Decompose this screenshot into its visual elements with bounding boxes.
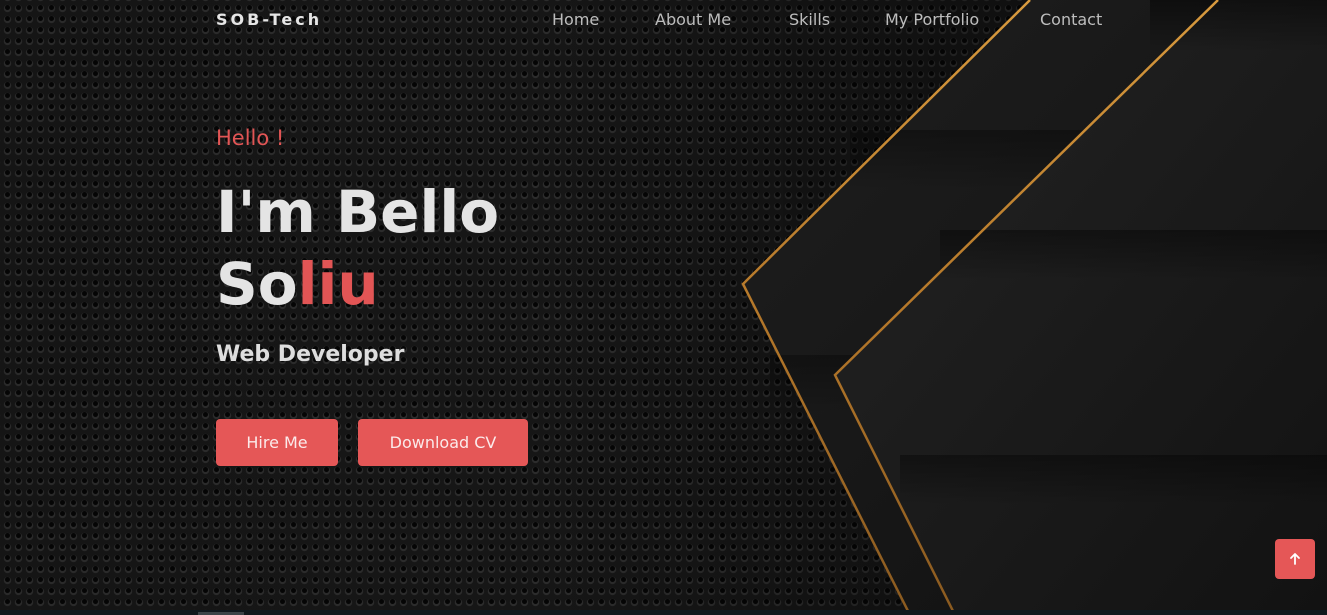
nav-about-me[interactable]: About Me <box>655 10 731 29</box>
panel-band <box>1150 0 1327 52</box>
hero-role: Web Developer <box>216 342 405 367</box>
headline-line-2: Soliu <box>216 248 499 320</box>
panel-band <box>940 230 1327 280</box>
headline-name-accent: liu <box>297 250 379 318</box>
hire-me-button[interactable]: Hire Me <box>216 419 338 466</box>
hero-section: SOB-Tech Home About Me Skills My Portfol… <box>0 0 1327 615</box>
hero-headline: I'm Bello Soliu <box>216 176 499 320</box>
nav-contact[interactable]: Contact <box>1040 10 1102 29</box>
scroll-top-button[interactable] <box>1275 539 1315 579</box>
nav-home[interactable]: Home <box>552 10 599 29</box>
nav-skills[interactable]: Skills <box>789 10 830 29</box>
panel-band <box>900 455 1327 505</box>
arrow-up-icon <box>1290 553 1300 565</box>
nav-my-portfolio[interactable]: My Portfolio <box>885 10 979 29</box>
site-logo[interactable]: SOB-Tech <box>216 10 322 29</box>
download-cv-button[interactable]: Download CV <box>358 419 528 466</box>
hero-greeting: Hello ! <box>216 126 285 150</box>
decorative-panels <box>741 0 1327 615</box>
headline-name-plain: So <box>216 250 298 318</box>
headline-line-1: I'm Bello <box>216 178 500 246</box>
